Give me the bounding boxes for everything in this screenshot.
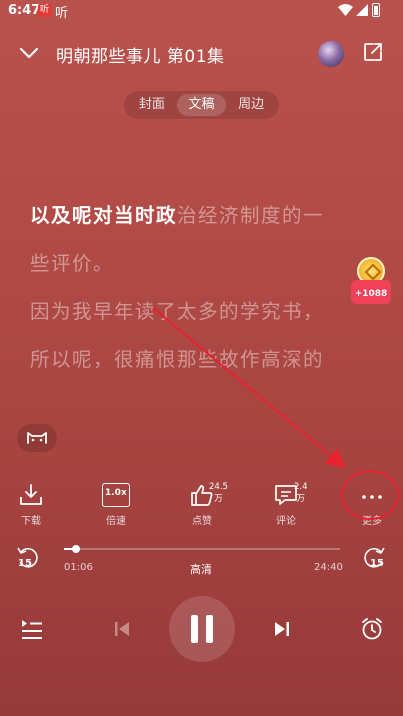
cat-mascot-button[interactable] xyxy=(17,424,57,452)
skip-back-button[interactable]: 15 xyxy=(16,546,40,574)
progress-track[interactable] xyxy=(64,548,340,550)
transcript-upcoming-text: 治经济制度的一 xyxy=(177,204,325,227)
avatar[interactable] xyxy=(318,41,344,67)
reward-amount: +1088 xyxy=(351,280,391,304)
download-label: 下载 xyxy=(21,516,41,527)
transcript-current-text: 以及呢对当时政 xyxy=(30,204,178,227)
pause-icon-bar-left xyxy=(191,615,198,643)
signal-icon xyxy=(356,4,368,16)
previous-track-icon[interactable] xyxy=(112,619,132,639)
alarm-clock-icon[interactable] xyxy=(359,616,385,642)
skip-forward-seconds: 15 xyxy=(370,558,384,569)
next-track-icon[interactable] xyxy=(272,619,292,639)
tab-merch[interactable]: 周边 xyxy=(226,94,276,116)
skip-forward-button[interactable]: 15 xyxy=(362,546,386,574)
more-label: 更多 xyxy=(362,516,382,527)
comment-label: 评论 xyxy=(276,516,296,527)
like-button[interactable]: 24.5万 点赞 xyxy=(182,482,228,531)
more-dots-icon xyxy=(362,495,382,499)
app-listen-icon: 听 xyxy=(55,6,69,21)
status-time: 6:47 xyxy=(8,3,41,18)
transcript-line: 因为我早年读了太多的学究书， xyxy=(30,300,325,323)
pause-button[interactable] xyxy=(169,596,235,662)
transcript-line: 以及呢对当时政治经济制度的一 xyxy=(30,199,324,228)
comment-count: 2.4万 xyxy=(294,482,308,504)
wifi-icon xyxy=(338,4,353,16)
content-tabs: 封面 文稿 周边 xyxy=(124,91,279,119)
total-time: 24:40 xyxy=(314,562,343,573)
tab-transcript[interactable]: 文稿 xyxy=(176,94,227,116)
comment-button[interactable]: 2.4万 评论 xyxy=(266,482,308,531)
download-icon xyxy=(20,484,42,505)
chevron-down-icon[interactable] xyxy=(18,44,40,62)
reward-coupon-badge[interactable]: +1088 xyxy=(351,257,391,307)
like-count: 24.5万 xyxy=(209,482,228,504)
tab-cover[interactable]: 封面 xyxy=(127,94,177,116)
speed-icon: 1.0x xyxy=(102,483,130,507)
battery-icon xyxy=(372,3,380,17)
transcript-line: 所以呢，很痛恨那些故作高深的 xyxy=(30,348,325,371)
status-bar: 6:47 听 听 xyxy=(0,0,403,22)
share-icon[interactable] xyxy=(362,41,384,63)
transcript-line: 些评价。 xyxy=(30,252,115,275)
quality-selector[interactable]: 高清 xyxy=(190,561,212,577)
speed-value: 1.0x xyxy=(105,488,127,498)
speed-label: 倍速 xyxy=(106,516,126,527)
cat-icon xyxy=(27,432,47,444)
progress-knob[interactable] xyxy=(72,545,80,553)
skip-back-seconds: 15 xyxy=(18,558,32,569)
annotation-arrow xyxy=(152,307,347,469)
download-button[interactable]: 下载 xyxy=(11,483,51,531)
current-time: 01:06 xyxy=(64,562,93,573)
app-notification-icon: 听 xyxy=(38,4,51,17)
speed-button[interactable]: 1.0x 倍速 xyxy=(96,483,136,531)
playlist-icon[interactable] xyxy=(20,618,44,640)
like-label: 点赞 xyxy=(192,516,212,527)
more-button[interactable]: 更多 xyxy=(352,483,392,531)
pause-icon-bar-right xyxy=(206,615,213,643)
episode-title: 明朝那些事儿 第01集 xyxy=(56,47,225,67)
